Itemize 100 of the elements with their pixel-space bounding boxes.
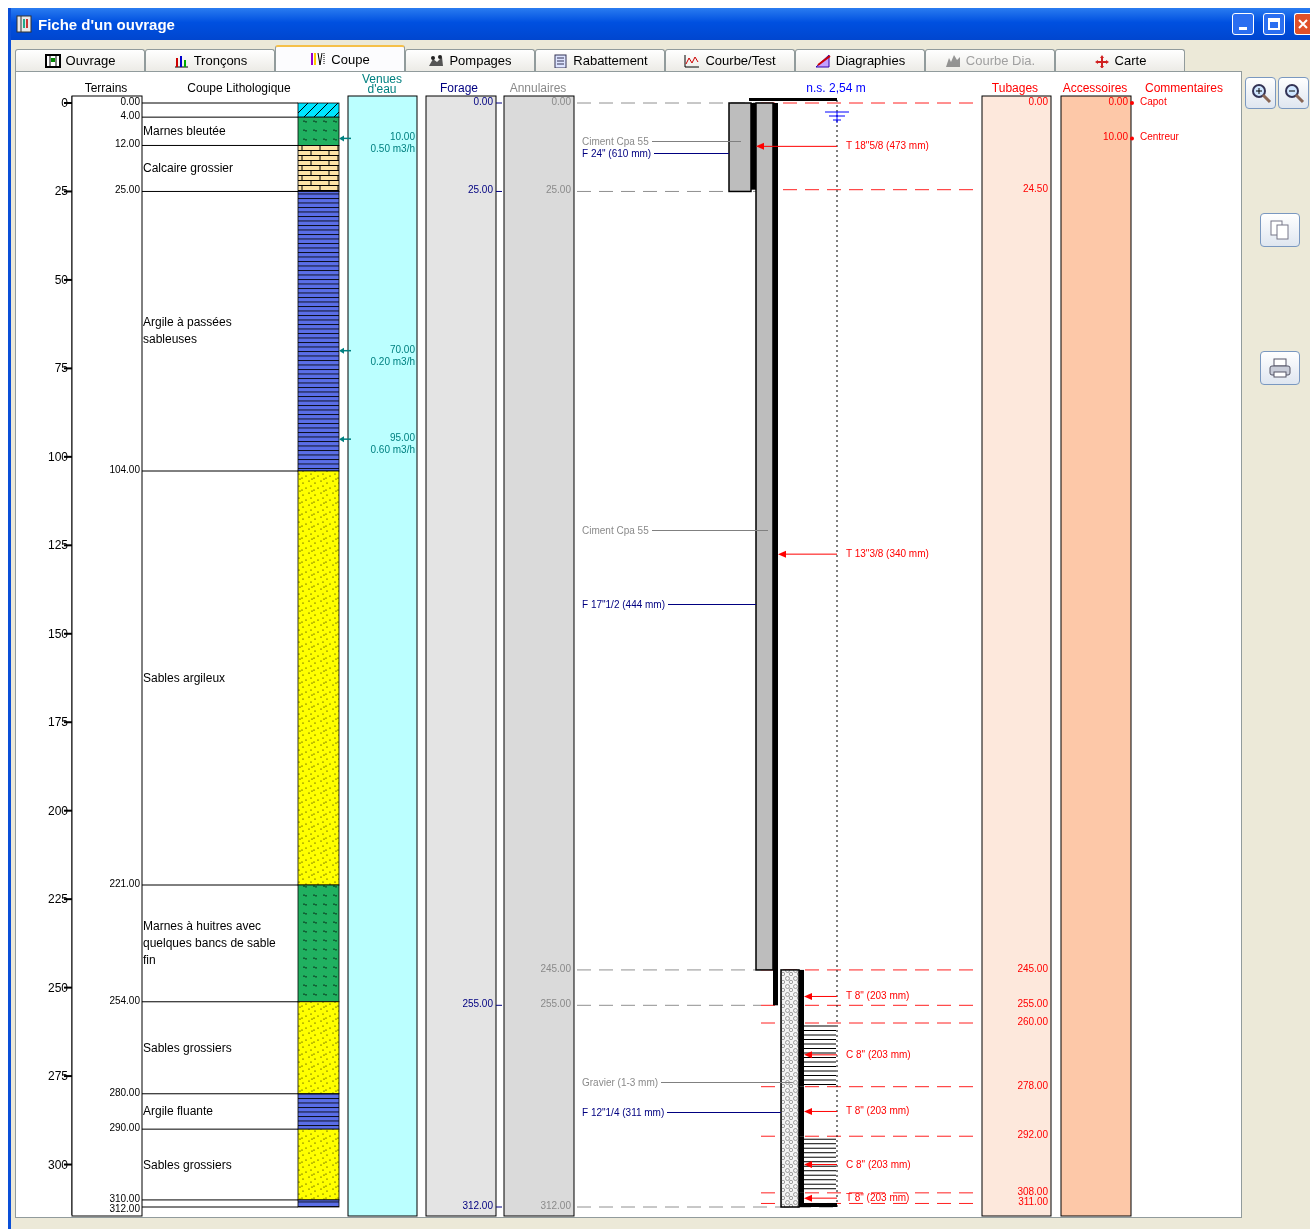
drill-diameter-label: F 12"1/4 (311 mm) (582, 1106, 665, 1118)
casing-label: T 8" (203 mm) (846, 1105, 910, 1118)
cross-arrows-icon (1093, 53, 1110, 68)
casing-label: T 18"5/8 (473 mm) (846, 140, 929, 153)
depth-value: 12.00 (114, 138, 140, 151)
document-icon (552, 53, 569, 68)
depth-tick-label: 100 (47, 450, 68, 463)
depth-value: 278.00 (1017, 1079, 1048, 1092)
inflow-arrow (339, 436, 352, 443)
depth-tick-label: 125 (47, 539, 68, 552)
minimize-button[interactable] (1232, 13, 1254, 35)
water-level-icon (824, 111, 850, 124)
depth-value: 312.00 (462, 1200, 493, 1212)
layer-label: Argile fluante (143, 1102, 215, 1120)
set-square-icon (814, 53, 831, 68)
book-icon (16, 15, 32, 33)
column-header: Terrains (84, 82, 128, 94)
tab[interactable]: Coupe (275, 45, 405, 71)
tab[interactable]: Courbe/Test (665, 49, 795, 71)
drill-diameter-label: F 24" (610 mm) (582, 147, 652, 159)
casing-label: T 8" (203 mm) (846, 1192, 910, 1205)
depth-tick-label: 25 (54, 185, 68, 198)
depth-tick-label: 225 (47, 893, 68, 906)
leader-arrow (804, 1107, 838, 1115)
comment-text: Capot (1140, 96, 1167, 108)
inflow-arrow (339, 347, 352, 354)
casing-label: C 8" (203 mm) (846, 1158, 911, 1171)
depth-value: 221.00 (109, 878, 140, 890)
layer-label: Sables grossiers (143, 1156, 233, 1174)
curve-icon (684, 53, 701, 68)
layer-label: Sables grossiers (143, 1039, 233, 1057)
depth-value: 0.00 (473, 96, 493, 108)
depth-value: 4.00 (120, 110, 140, 123)
depth-value: 254.00 (109, 994, 140, 1007)
column-header: Annulaires (509, 82, 567, 94)
inflow-depth: 95.00 (389, 432, 415, 445)
accessory-marker (1130, 136, 1134, 141)
material-label: Gravier (1-3 mm) (582, 1076, 659, 1088)
depth-value: 25.00 (467, 184, 493, 197)
columns-icon (310, 52, 327, 66)
print-button[interactable] (1260, 351, 1300, 385)
tab[interactable]: Ouvrage (15, 49, 145, 71)
depth-value: 280.00 (109, 1086, 140, 1099)
depth-value: 10.00 (1102, 131, 1128, 144)
accessory-marker (1130, 101, 1134, 105)
material-label: Ciment Cpa 55 (582, 135, 649, 147)
material-label: Ciment Cpa 55 (582, 524, 649, 536)
inflow-rate: 0.20 m3/h (370, 355, 415, 368)
column-header: n.s. 2,54 m (806, 82, 866, 94)
drill-diameter-label: F 17"1/2 (444 mm) (582, 598, 666, 610)
layer-label: Sables argileux (143, 669, 227, 687)
leader-arrow (804, 1161, 838, 1169)
tab[interactable]: Carte (1055, 49, 1185, 71)
casing-label: C 8" (203 mm) (846, 1048, 911, 1061)
close-icon (1296, 18, 1309, 30)
zoom-out-icon (1282, 82, 1305, 104)
print-icon (1268, 357, 1292, 379)
column-header: Venues d'eau (360, 74, 403, 94)
layer-label: Calcaire grossier (143, 159, 235, 177)
tab[interactable]: Tronçons (145, 49, 275, 71)
tab[interactable]: Rabattement (535, 49, 665, 71)
depth-value: 0.00 (551, 96, 571, 108)
close-button[interactable] (1294, 13, 1310, 35)
depth-value: 25.00 (545, 184, 571, 197)
depth-value: 308.00 (1017, 1185, 1048, 1197)
bar-chart-icon (172, 53, 189, 68)
leader-arrow (804, 1051, 838, 1059)
column-header: Forage (440, 82, 478, 94)
leader-arrow (804, 1194, 838, 1202)
zoom-in-button[interactable] (1245, 77, 1276, 109)
layer-label: Argile à passées sableuses (143, 314, 233, 349)
depth-value: 255.00 (1017, 998, 1048, 1011)
tab[interactable]: Pompages (405, 49, 535, 71)
depth-tick-label: 75 (54, 362, 68, 375)
zoom-out-button[interactable] (1278, 77, 1309, 109)
column-header: Coupe Lithologique (187, 82, 291, 94)
inflow-arrow (339, 135, 352, 142)
depth-value: 255.00 (540, 998, 571, 1011)
depth-value: 260.00 (1017, 1016, 1048, 1028)
depth-value: 24.50 (1022, 182, 1048, 195)
depth-value: 0.00 (1108, 96, 1128, 108)
depth-value: 104.00 (109, 464, 140, 476)
casing-pipe (799, 1192, 804, 1204)
depth-value: 312.00 (109, 1202, 140, 1215)
depth-value: 290.00 (109, 1122, 140, 1135)
zoom-in-icon (1249, 82, 1272, 104)
window-title: Fiche d'un ouvrage (38, 15, 175, 33)
column-header: Tubages (991, 82, 1039, 94)
maximize-icon (1268, 18, 1280, 30)
depth-tick-label: 200 (47, 804, 68, 817)
layer-label: Marnes à huitres avec quelques bancs de sable fin (143, 917, 277, 969)
column-header: Commentaires (1145, 82, 1223, 94)
inflow-rate: 0.50 m3/h (370, 143, 415, 156)
depth-tick-label: 300 (47, 1158, 68, 1171)
inflow-depth: 10.00 (389, 131, 415, 144)
copy-icon (1269, 219, 1291, 241)
tab[interactable]: Diagraphies (795, 49, 925, 71)
copy-button[interactable] (1260, 213, 1300, 247)
depth-tick-label: 175 (47, 716, 68, 729)
maximize-button[interactable] (1263, 13, 1285, 35)
